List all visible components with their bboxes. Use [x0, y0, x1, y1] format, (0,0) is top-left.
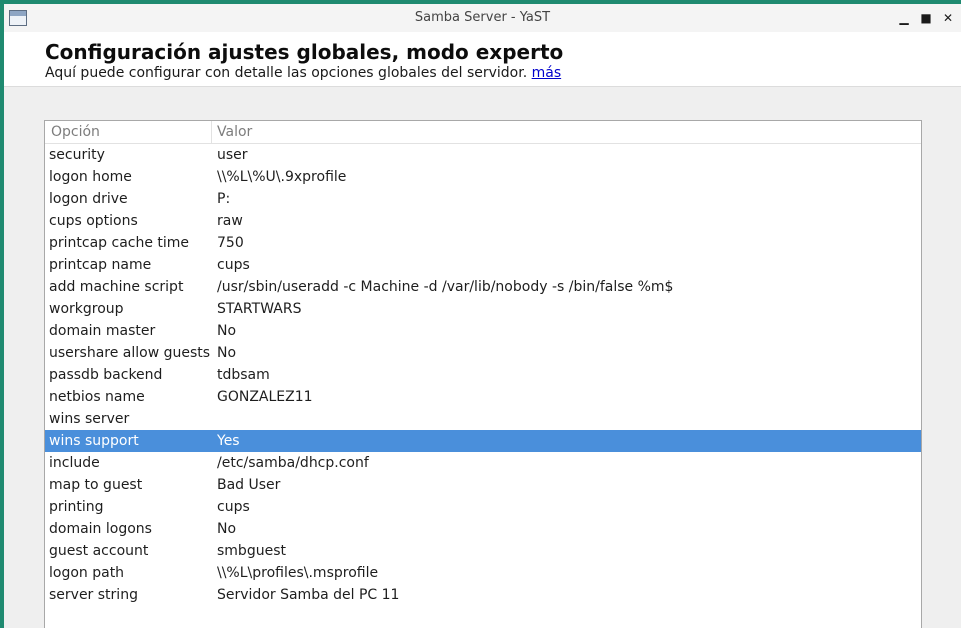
option-cell: printcap cache time	[49, 235, 190, 251]
value-cell: cups	[217, 499, 250, 515]
table-header: Opción Valor	[45, 121, 921, 144]
option-cell: wins support	[49, 433, 139, 449]
value-cell: user	[217, 147, 248, 163]
option-cell: domain master	[49, 323, 156, 339]
page-title: Configuración ajustes globales, modo exp…	[45, 40, 564, 64]
option-cell: logon home	[49, 169, 132, 185]
value-cell: STARTWARS	[217, 301, 302, 317]
option-cell: wins server	[49, 411, 130, 427]
option-cell: security	[49, 147, 105, 163]
column-header-value[interactable]: Valor	[213, 121, 252, 143]
option-cell: domain logons	[49, 521, 152, 537]
value-cell: No	[217, 323, 237, 339]
option-cell: netbios name	[49, 389, 145, 405]
option-cell: cups options	[49, 213, 138, 229]
table-row[interactable]: printcap name cups	[45, 254, 921, 276]
value-cell: P:	[217, 191, 231, 207]
yast-window: Samba Server - YaST ▁ ■ ✕ Configuración …	[4, 4, 961, 628]
option-cell: server string	[49, 587, 138, 603]
table-row[interactable]: passdb backend tdbsam	[45, 364, 921, 386]
option-cell: workgroup	[49, 301, 124, 317]
page-header: Configuración ajustes globales, modo exp…	[4, 32, 961, 87]
column-header-option[interactable]: Opción	[45, 121, 212, 143]
value-cell: \\%L\profiles\.msprofile	[217, 565, 379, 581]
table-row[interactable]: wins support Yes	[45, 430, 921, 452]
option-cell: passdb backend	[49, 367, 163, 383]
value-cell: cups	[217, 257, 250, 273]
table-row[interactable]: domain master No	[45, 320, 921, 342]
value-cell: Yes	[217, 433, 240, 449]
table-row[interactable]: map to guest Bad User	[45, 474, 921, 496]
table-row[interactable]: include/etc/samba/dhcp.conf	[45, 452, 921, 474]
table-row[interactable]: wins server	[45, 408, 921, 430]
table-row[interactable]: server string Servidor Samba del PC 11	[45, 584, 921, 606]
value-cell: /etc/samba/dhcp.conf	[217, 455, 369, 471]
window-title: Samba Server - YaST	[414, 10, 551, 25]
value-cell: GONZALEZ11	[217, 389, 313, 405]
more-link[interactable]: más	[532, 65, 562, 81]
value-cell: Servidor Samba del PC 11	[217, 587, 400, 603]
table-row[interactable]: logon home \\%L\%U\.9xprofile	[45, 166, 921, 188]
minimize-icon[interactable]: ▁	[897, 11, 911, 25]
table-row[interactable]: cups options raw	[45, 210, 921, 232]
value-cell: tdbsam	[217, 367, 270, 383]
option-cell: usershare allow guests	[49, 345, 211, 361]
table-row[interactable]: usershare allow guests No	[45, 342, 921, 364]
value-cell: No	[217, 521, 237, 537]
option-cell: printing	[49, 499, 104, 515]
value-cell: /usr/sbin/useradd -c Machine -d /var/lib…	[217, 279, 674, 295]
table-row[interactable]: security user	[45, 144, 921, 166]
option-cell: logon path	[49, 565, 125, 581]
option-cell: logon drive	[49, 191, 128, 207]
title-bar[interactable]: Samba Server - YaST ▁ ■ ✕	[4, 4, 961, 32]
table-body: security user logon home \\%L\%U\.9xprofile…	[45, 144, 921, 606]
option-cell: guest account	[49, 543, 149, 559]
value-cell: 750	[217, 235, 244, 251]
close-icon[interactable]: ✕	[941, 11, 955, 25]
option-cell: add machine script	[49, 279, 184, 295]
table-row[interactable]: guest account smbguest	[45, 540, 921, 562]
table-row[interactable]: printcap cache time 750	[45, 232, 921, 254]
maximize-icon[interactable]: ■	[919, 11, 933, 25]
option-cell: map to guest	[49, 477, 143, 493]
value-cell: smbguest	[217, 543, 286, 559]
options-table[interactable]: Opción Valor security user logon home \\%L\…	[44, 120, 922, 628]
value-cell: Bad User	[217, 477, 281, 493]
table-row[interactable]: workgroup STARTWARS	[45, 298, 921, 320]
option-cell: printcap name	[49, 257, 152, 273]
page-description: Aquí puede configurar con detalle las op…	[45, 65, 561, 81]
value-cell: raw	[217, 213, 243, 229]
table-row[interactable]: add machine script/usr/sbin/useradd -c M…	[45, 276, 921, 298]
table-row[interactable]: logon drive P:	[45, 188, 921, 210]
option-cell: include	[49, 455, 100, 471]
table-row[interactable]: netbios name GONZALEZ11	[45, 386, 921, 408]
value-cell: \\%L\%U\.9xprofile	[217, 169, 347, 185]
table-row[interactable]: logon path \\%L\profiles\.msprofile	[45, 562, 921, 584]
table-row[interactable]: printing cups	[45, 496, 921, 518]
description-text: Aquí puede configurar con detalle las op…	[45, 65, 528, 81]
table-row[interactable]: domain logons No	[45, 518, 921, 540]
value-cell: No	[217, 345, 237, 361]
